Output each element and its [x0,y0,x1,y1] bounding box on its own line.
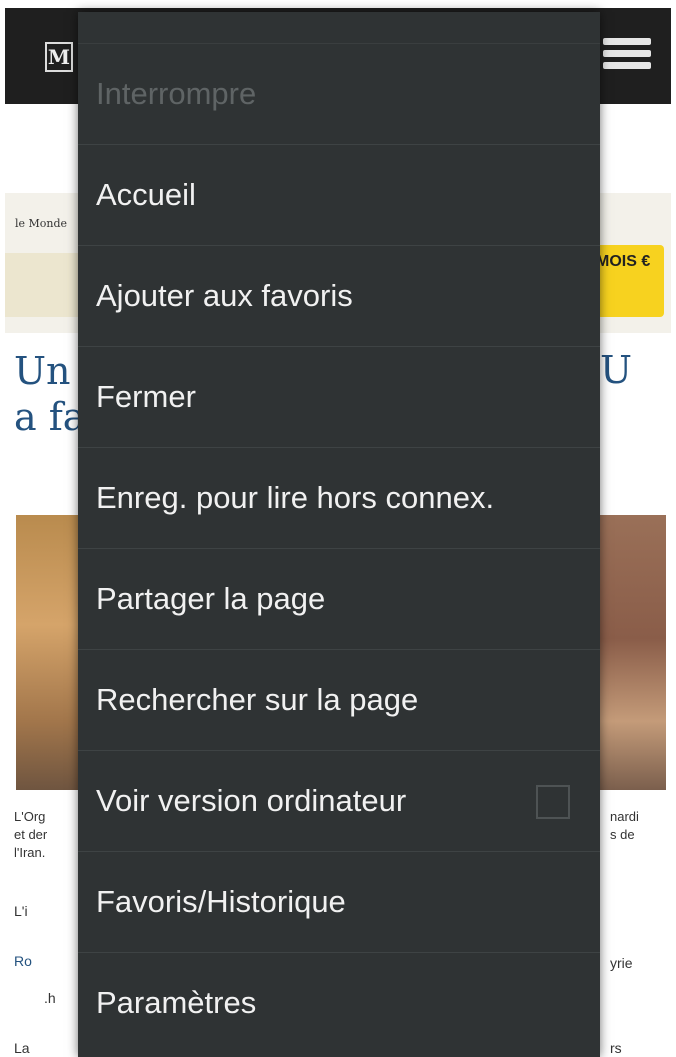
menu-item-ajouter-aux-favoris[interactable]: Ajouter aux favoris [78,245,600,346]
menu-item-interrompre: Interrompre [78,43,600,144]
menu-item-label: Voir version ordinateur [96,783,407,818]
related-link[interactable]: La [14,1040,30,1056]
menu-item-label: Accueil [96,177,196,212]
menu-item-label: Interrompre [96,76,257,111]
desktop-version-checkbox[interactable] [536,785,570,819]
menu-item-label: Partager la page [96,581,326,616]
site-logo[interactable]: M [45,42,73,72]
hamburger-menu-icon[interactable] [603,38,651,76]
caption-line: et der [14,827,48,842]
related-link[interactable]: L'i [14,903,28,919]
headline-line-2: a fa [14,395,86,439]
headline-fragment-right: U [600,348,633,392]
menu-item-label: Enreg. pour lire hors connex. [96,480,495,515]
headline-line-1: Un [14,349,71,393]
menu-item-label: Fermer [96,379,196,414]
browser-overflow-menu: Interrompre Accueil Ajouter aux favoris … [78,12,600,1057]
menu-item-favoris-historique[interactable]: Favoris/Historique [78,851,600,952]
menu-item-label: Rechercher sur la page [96,682,419,717]
caption-line: L'Org [14,809,46,824]
caption-line: nardi [610,809,639,824]
related-link-fragment: yrie [610,955,633,971]
article-photo-left [16,515,86,790]
menu-item-label: Paramètres [96,985,257,1020]
article-photo-right [596,515,666,790]
menu-item-rechercher-sur-la-page[interactable]: Rechercher sur la page [78,649,600,750]
menu-item-parametres[interactable]: Paramètres [78,952,600,1053]
related-link-fragment: rs [610,1040,622,1056]
related-link[interactable]: Ro [14,953,32,969]
menu-item-fermer[interactable]: Fermer [78,346,600,447]
related-link[interactable]: .h [44,990,56,1006]
menu-item-label: Favoris/Historique [96,884,346,919]
caption-right: nardi s de [610,808,639,844]
article-headline[interactable]: Un a fa [14,348,85,440]
banner-image [5,253,85,317]
caption-line: s de [610,827,635,842]
caption-line: l'Iran. [14,845,46,860]
caption-left: L'Org et der l'Iran. [14,808,47,862]
menu-item-label: Ajouter aux favoris [96,278,353,313]
menu-item-accueil[interactable]: Accueil [78,144,600,245]
menu-item-enreg-hors-connexion[interactable]: Enreg. pour lire hors connex. [78,447,600,548]
menu-item-partager-la-page[interactable]: Partager la page [78,548,600,649]
menu-item-voir-version-ordinateur[interactable]: Voir version ordinateur [78,750,600,851]
banner-mark: le Monde [15,217,68,230]
